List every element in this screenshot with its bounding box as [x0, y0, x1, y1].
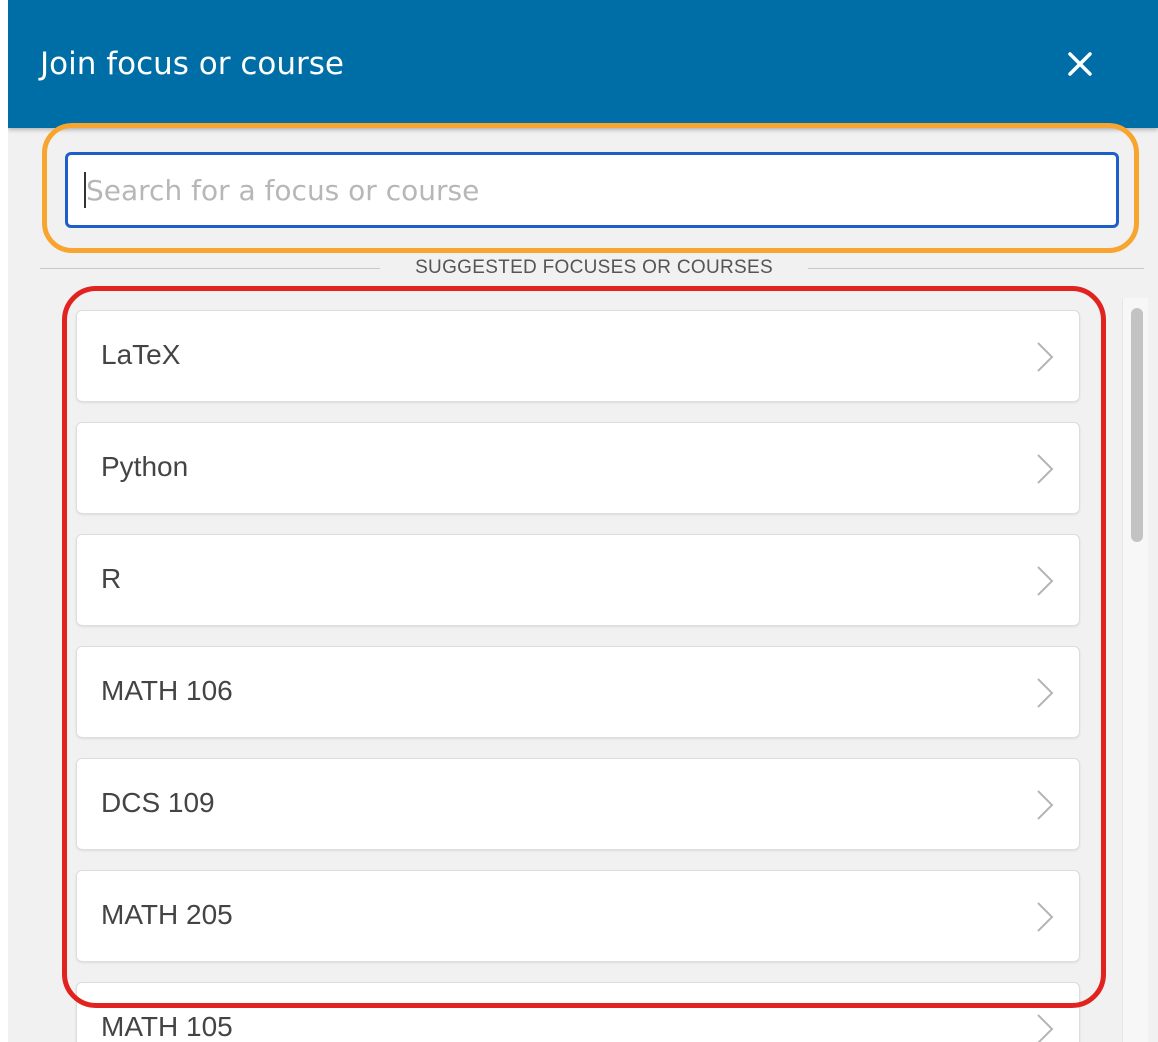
list-item[interactable]: DCS 109: [76, 758, 1080, 850]
list-item-label: Python: [101, 451, 189, 482]
chevron-right-icon: [1033, 899, 1057, 935]
search-input[interactable]: [65, 152, 1119, 228]
list-item[interactable]: R: [76, 534, 1080, 626]
list-item-label: MATH 205: [101, 899, 233, 930]
list-item[interactable]: Python: [76, 422, 1080, 514]
chevron-right-icon: [1033, 787, 1057, 823]
scrollbar-thumb[interactable]: [1131, 308, 1143, 542]
dialog-title: Join focus or course: [40, 46, 344, 82]
list-item-label: MATH 105: [101, 1011, 233, 1042]
list-item[interactable]: MATH 105: [76, 982, 1080, 1042]
chevron-right-icon: [1033, 1011, 1057, 1042]
chevron-right-icon: [1033, 339, 1057, 375]
list-item-label: R: [101, 563, 122, 594]
divider-line-right: [808, 268, 1144, 269]
dialog-header: Join focus or course: [8, 0, 1158, 128]
list-item-label: DCS 109: [101, 787, 215, 818]
suggestions-list: LaTeX Python R MATH 106 DCS 109 MATH 205…: [72, 300, 1084, 1042]
list-item-label: MATH 106: [101, 675, 233, 706]
list-item[interactable]: LaTeX: [76, 310, 1080, 402]
close-icon: [1068, 52, 1092, 76]
join-focus-dialog: Join focus or course SUGGESTED FOCUSES O…: [8, 0, 1158, 1042]
text-caret: [84, 172, 86, 208]
close-button[interactable]: [1060, 44, 1100, 84]
suggestions-heading: SUGGESTED FOCUSES OR COURSES: [415, 257, 773, 278]
divider-line-left: [40, 268, 380, 269]
chevron-right-icon: [1033, 563, 1057, 599]
chevron-right-icon: [1033, 675, 1057, 711]
scrollbar-track[interactable]: [1122, 298, 1148, 1042]
list-item[interactable]: MATH 106: [76, 646, 1080, 738]
list-item[interactable]: MATH 205: [76, 870, 1080, 962]
chevron-right-icon: [1033, 451, 1057, 487]
list-item-label: LaTeX: [101, 339, 181, 370]
suggestions-divider: SUGGESTED FOCUSES OR COURSES: [40, 256, 1144, 280]
